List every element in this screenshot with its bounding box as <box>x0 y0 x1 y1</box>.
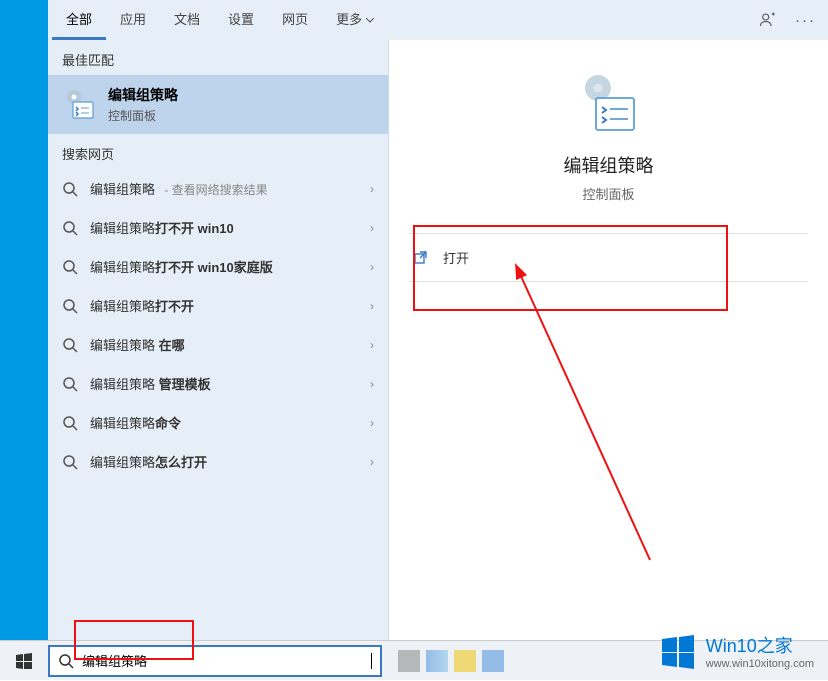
search-icon <box>62 454 78 470</box>
search-input-text: 编辑组策略 <box>82 651 371 670</box>
chevron-right-icon: › <box>370 182 374 196</box>
search-panel: 全部 应用 文档 设置 网页 更多 ··· 最佳匹配 <box>48 0 828 640</box>
chevron-right-icon: › <box>370 260 374 274</box>
web-result-item[interactable]: 编辑组策略打不开› <box>48 286 388 325</box>
detail-subtitle: 控制面板 <box>389 184 828 203</box>
web-result-item[interactable]: 编辑组策略 管理模板› <box>48 364 388 403</box>
web-result-text: 编辑组策略打不开 win10 <box>90 218 370 237</box>
search-icon <box>62 298 78 314</box>
watermark-url: www.win10xitong.com <box>706 658 814 670</box>
web-result-hint: - 查看网络搜索结果 <box>161 183 268 197</box>
web-result-item[interactable]: 编辑组策略命令› <box>48 403 388 442</box>
watermark: Win10之家 www.win10xitong.com <box>660 632 814 670</box>
taskbar-search-box[interactable]: 编辑组策略 <box>48 645 382 677</box>
best-match-subtitle: 控制面板 <box>108 107 178 124</box>
start-button[interactable] <box>0 641 48 681</box>
search-icon <box>62 220 78 236</box>
open-action[interactable]: 打开 <box>389 234 828 281</box>
taskbar-pinned-icons <box>398 650 504 672</box>
windows-logo-icon <box>16 653 32 669</box>
web-result-text: 编辑组策略 在哪 <box>90 335 370 354</box>
tab-docs[interactable]: 文档 <box>160 0 214 40</box>
chevron-right-icon: › <box>370 455 374 469</box>
web-result-text: 编辑组策略 管理模板 <box>90 374 370 393</box>
chevron-right-icon: › <box>370 299 374 313</box>
web-result-item[interactable]: 编辑组策略 在哪› <box>48 325 388 364</box>
detail-pane: 编辑组策略 控制面板 打开 <box>389 40 828 282</box>
open-icon <box>413 250 429 266</box>
web-result-text: 编辑组策略打不开 win10家庭版 <box>90 257 370 276</box>
web-result-item[interactable]: 编辑组策略打不开 win10家庭版› <box>48 247 388 286</box>
search-icon <box>62 376 78 392</box>
open-label: 打开 <box>443 248 469 267</box>
search-web-label: 搜索网页 <box>48 134 388 169</box>
best-match-result[interactable]: 编辑组策略 控制面板 <box>48 75 388 134</box>
desktop-background-strip <box>0 0 48 640</box>
web-result-text: 编辑组策略怎么打开 <box>90 452 370 471</box>
search-icon <box>62 259 78 275</box>
web-result-item[interactable]: 编辑组策略怎么打开› <box>48 442 388 481</box>
detail-gpedit-icon <box>574 70 644 140</box>
web-results-list: 编辑组策略 - 查看网络搜索结果›编辑组策略打不开 win10›编辑组策略打不开… <box>48 169 388 481</box>
search-icon <box>62 181 78 197</box>
web-result-text: 编辑组策略命令 <box>90 413 370 432</box>
best-match-title: 编辑组策略 <box>108 85 178 105</box>
chevron-right-icon: › <box>370 377 374 391</box>
chevron-right-icon: › <box>370 338 374 352</box>
chevron-right-icon: › <box>370 416 374 430</box>
tab-apps[interactable]: 应用 <box>106 0 160 40</box>
tab-all[interactable]: 全部 <box>52 0 106 40</box>
web-result-item[interactable]: 编辑组策略 - 查看网络搜索结果› <box>48 169 388 208</box>
search-icon <box>62 337 78 353</box>
watermark-brand: Win10之家 <box>706 632 814 658</box>
tab-more[interactable]: 更多 <box>322 0 388 40</box>
tab-web[interactable]: 网页 <box>268 0 322 40</box>
tab-settings[interactable]: 设置 <box>214 0 268 40</box>
filter-tabs: 全部 应用 文档 设置 网页 更多 ··· <box>48 0 828 40</box>
gpedit-icon <box>62 87 98 123</box>
search-icon <box>62 415 78 431</box>
chevron-down-icon <box>366 18 374 23</box>
detail-title: 编辑组策略 <box>389 152 828 178</box>
chevron-right-icon: › <box>370 221 374 235</box>
search-icon <box>58 653 74 669</box>
web-result-text: 编辑组策略 - 查看网络搜索结果 <box>90 179 370 198</box>
best-match-label: 最佳匹配 <box>48 40 388 75</box>
web-result-text: 编辑组策略打不开 <box>90 296 370 315</box>
more-options-icon[interactable]: ··· <box>795 12 816 29</box>
feedback-icon[interactable] <box>759 11 777 29</box>
watermark-logo-icon <box>660 633 696 669</box>
web-result-item[interactable]: 编辑组策略打不开 win10› <box>48 208 388 247</box>
